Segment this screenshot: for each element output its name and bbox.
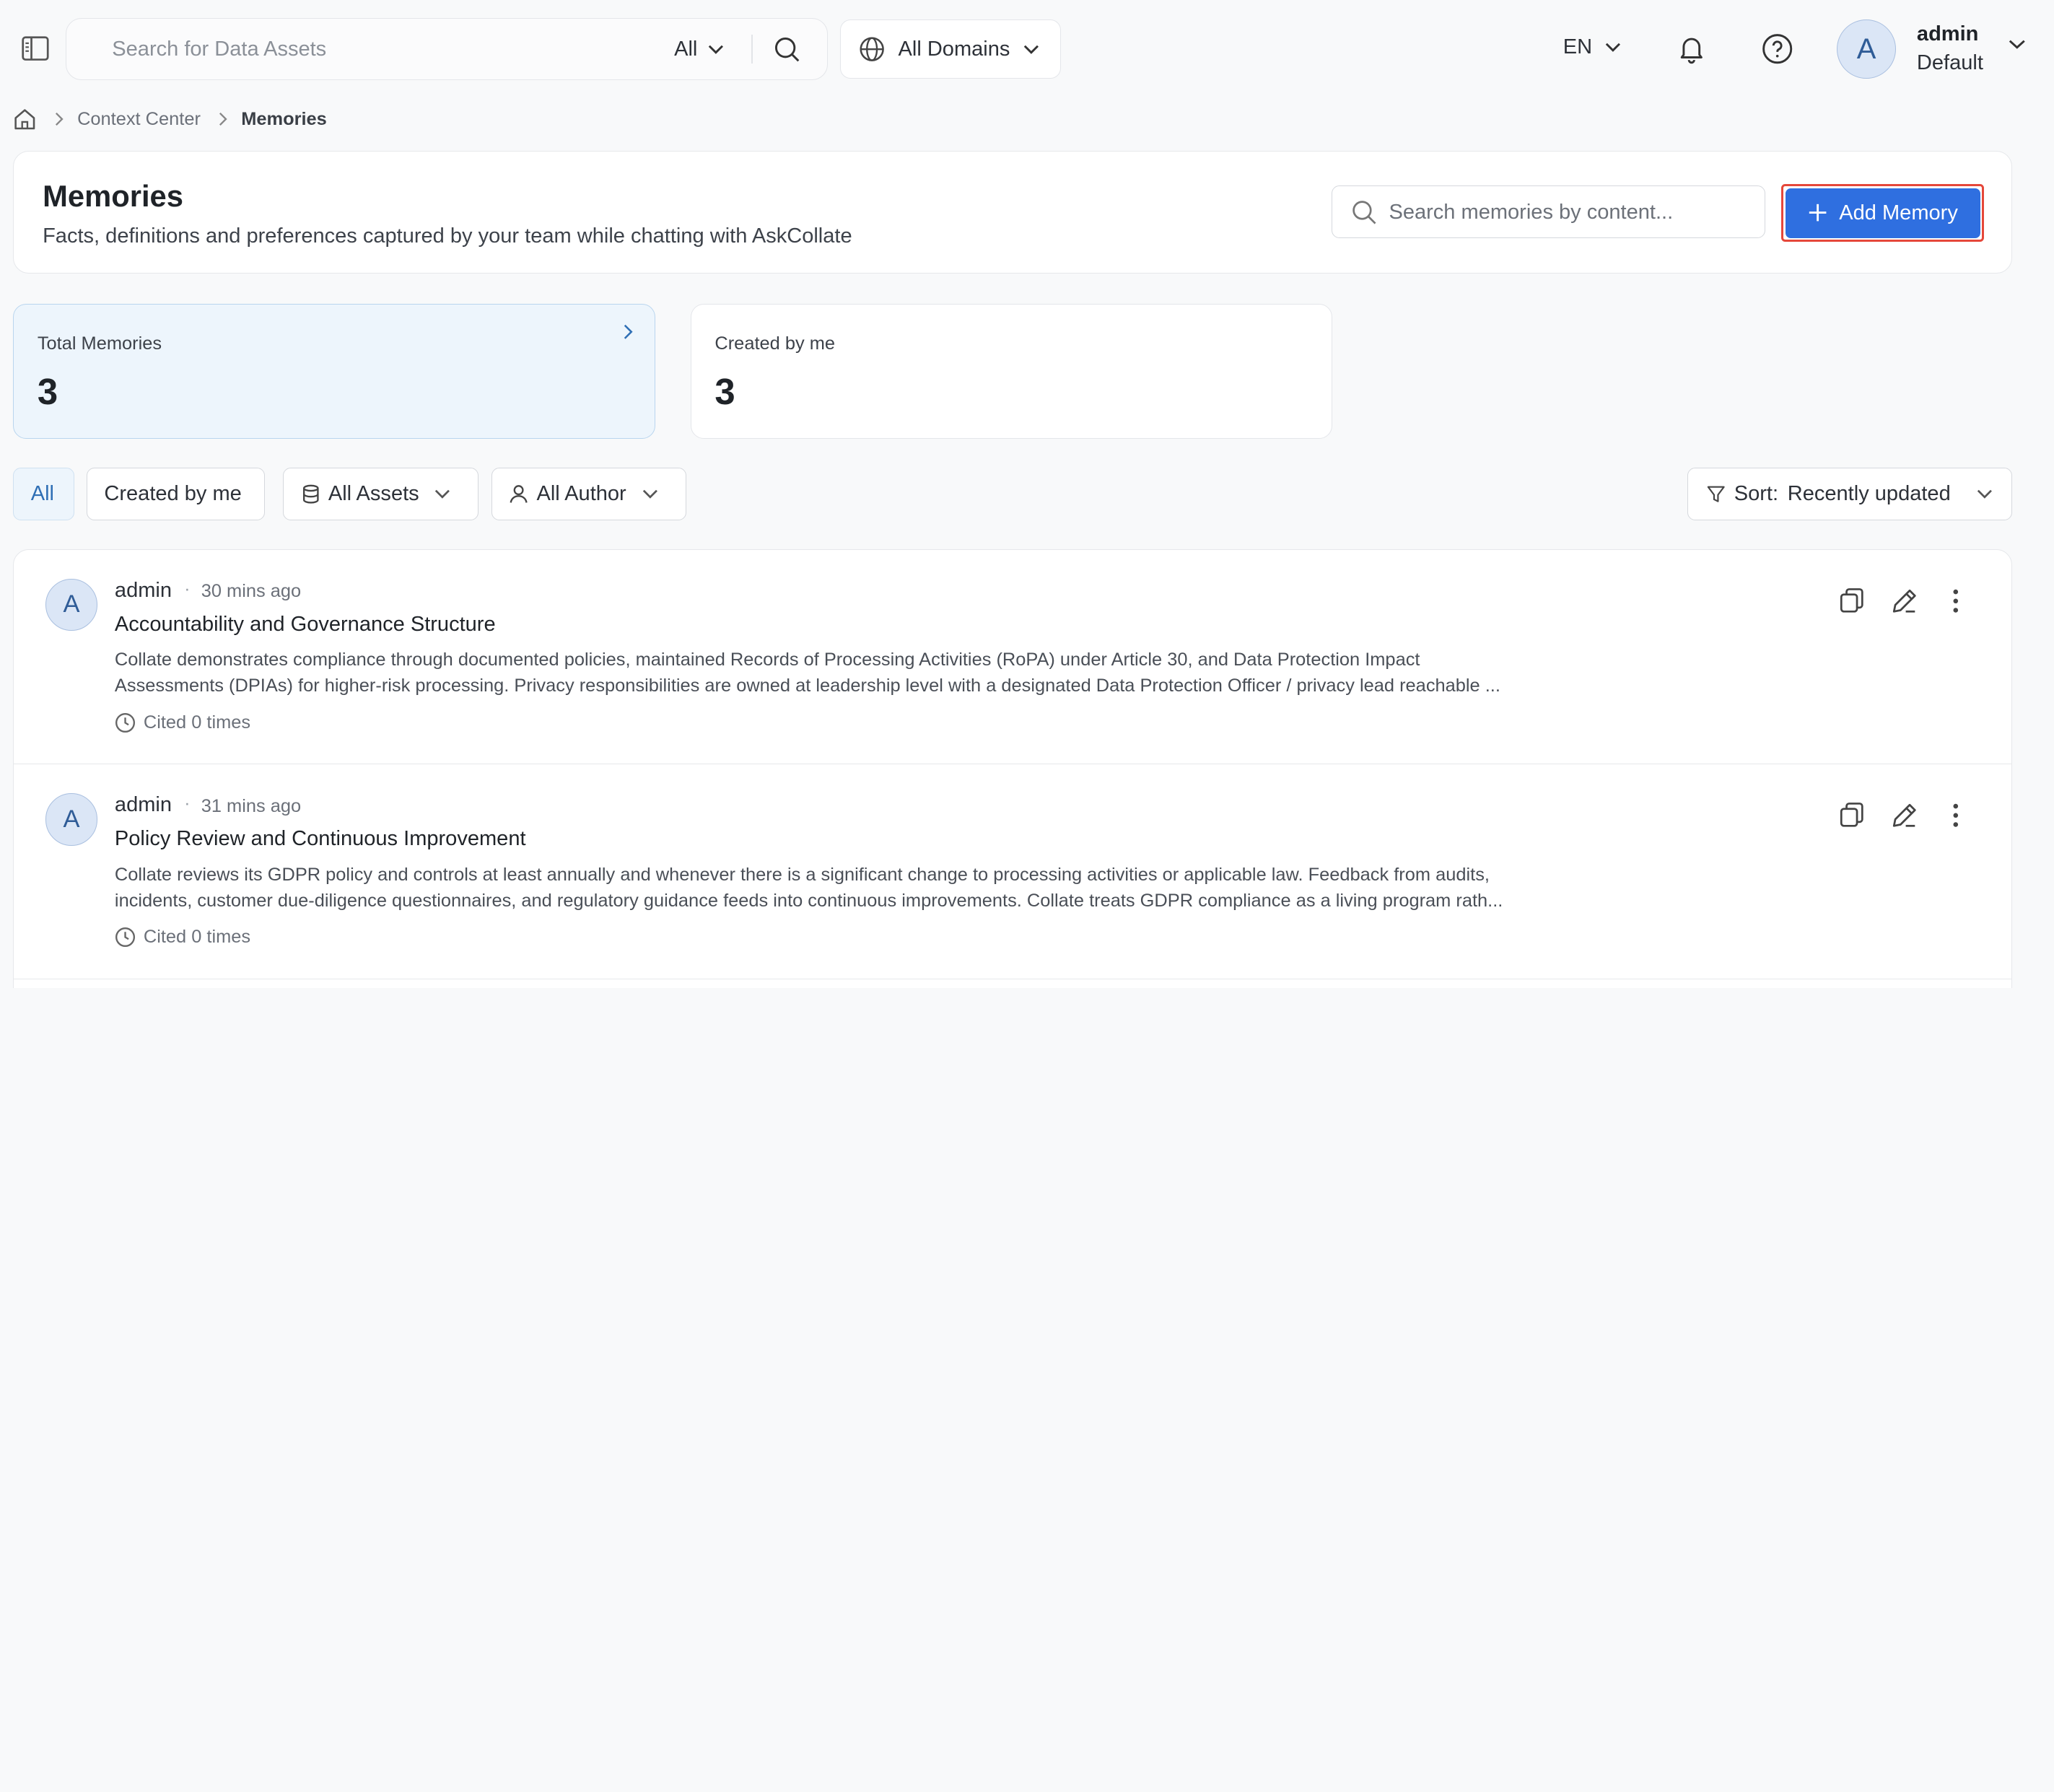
user-avatar[interactable]: A	[1837, 19, 1896, 79]
filter-all-label: All	[30, 481, 54, 505]
memory-title[interactable]: Policy Review and Continuous Improvement	[115, 827, 526, 851]
top-bar: Search for Data Assets All All Domains E…	[0, 0, 2054, 100]
sidebar-toggle-icon[interactable]	[21, 35, 50, 61]
memory-cited-count: Cited 0 times	[115, 927, 250, 948]
chevron-right-icon	[219, 113, 227, 126]
memory-content: Collate reviews its GDPR policy and cont…	[114, 864, 1503, 911]
filter-created-by-me-label: Created by me	[104, 481, 242, 505]
user-role: Default	[1916, 51, 1983, 74]
header-card: Memories Facts, definitions and preferen…	[13, 150, 2013, 274]
cited-label: Cited 0 times	[143, 927, 251, 948]
user-icon	[510, 484, 528, 503]
search-icon	[1352, 201, 1376, 224]
domain-select-label: All Domains	[898, 37, 1010, 61]
page: Search for Data Assets All All Domains E…	[0, 0, 2054, 988]
stat-card-created-by-me[interactable]: Created by me 3	[690, 304, 1333, 440]
memory-timestamp: 31 mins ago	[201, 795, 302, 816]
search-icon[interactable]	[772, 35, 801, 64]
global-search-input[interactable]: Search for Data Assets	[112, 38, 326, 61]
chevron-down-icon	[1977, 489, 1992, 499]
breadcrumb-current: Memories	[241, 108, 327, 129]
memory-title[interactable]: Accountability and Governance Structure	[115, 613, 496, 637]
memory-search-placeholder: Search memories by content...	[1389, 200, 1674, 224]
chevron-down-icon	[1606, 43, 1621, 53]
search-divider	[751, 35, 753, 64]
stat-value: 3	[714, 370, 735, 412]
assets-filter-select[interactable]: All Assets	[283, 468, 478, 520]
filter-created-by-me-chip[interactable]: Created by me	[86, 468, 265, 520]
chevron-right-icon	[56, 113, 64, 126]
database-icon	[302, 484, 319, 504]
author-filter-select[interactable]: All Author	[491, 468, 687, 520]
language-label: EN	[1563, 35, 1593, 59]
stat-value: 3	[37, 370, 58, 412]
bell-icon[interactable]	[1676, 32, 1708, 64]
author-filter-label: All Author	[536, 481, 626, 505]
search-scope-select[interactable]: All	[674, 38, 724, 61]
more-vertical-icon[interactable]	[1940, 585, 1972, 617]
language-select[interactable]: EN	[1563, 35, 1621, 59]
sort-prefix: Sort:	[1734, 481, 1779, 505]
breadcrumb-context-center[interactable]: Context Center	[77, 109, 201, 130]
memory-list: A admin · 30 mins ago Accountability and…	[13, 548, 2013, 988]
memory-author: admin	[114, 578, 172, 602]
edit-icon[interactable]	[1889, 585, 1920, 617]
memory-item[interactable]: A admin · 31 mins ago Policy Review and …	[14, 764, 2012, 980]
globe-icon	[860, 37, 884, 61]
memory-cited-count: Cited 0 times	[115, 712, 250, 733]
filter-icon	[1707, 486, 1725, 502]
memory-item[interactable]: A admin · 30 mins ago Accountability and…	[14, 550, 2012, 765]
memory-timestamp: 30 mins ago	[201, 581, 302, 602]
search-scope-label: All	[674, 37, 698, 61]
filter-all-chip[interactable]: All	[13, 468, 75, 520]
clock-icon	[115, 712, 135, 733]
meta-separator: ·	[184, 578, 191, 599]
plus-icon	[1809, 204, 1827, 222]
chevron-down-icon	[708, 45, 723, 54]
sort-value: Recently updated	[1787, 481, 1951, 505]
user-name[interactable]: admin	[1917, 22, 1979, 46]
more-vertical-icon[interactable]	[1940, 800, 1972, 831]
stat-label: Total Memories	[37, 333, 162, 354]
avatar: A	[45, 793, 98, 846]
cited-label: Cited 0 times	[143, 712, 251, 733]
clock-icon	[115, 927, 135, 948]
edit-icon[interactable]	[1889, 800, 1920, 831]
assets-filter-label: All Assets	[328, 481, 419, 505]
chevron-down-icon	[435, 489, 450, 499]
sort-select[interactable]: Sort: Recently updated	[1687, 468, 2013, 520]
add-memory-button[interactable]: Add Memory	[1785, 188, 1981, 238]
chevron-down-icon	[1023, 45, 1039, 54]
copy-icon[interactable]	[1836, 585, 1868, 617]
memory-search-input[interactable]: Search memories by content...	[1332, 185, 1766, 238]
help-icon[interactable]	[1761, 32, 1793, 65]
breadcrumb: Context Center Memories	[13, 108, 327, 131]
avatar: A	[45, 578, 98, 631]
meta-separator: ·	[184, 793, 191, 814]
global-search-box[interactable]: Search for Data Assets All	[65, 18, 829, 80]
stat-card-total-memories[interactable]: Total Memories 3	[13, 304, 655, 440]
memory-author: admin	[114, 793, 172, 817]
chevron-right-icon	[624, 324, 633, 339]
chevron-down-icon	[642, 489, 657, 499]
copy-icon[interactable]	[1836, 800, 1868, 831]
memory-content: Collate demonstrates compliance through …	[114, 649, 1500, 696]
add-memory-label: Add Memory	[1839, 201, 1958, 224]
home-icon[interactable]	[13, 108, 37, 131]
stat-label: Created by me	[714, 333, 836, 354]
page-title: Memories	[43, 178, 183, 213]
page-subtitle: Facts, definitions and preferences captu…	[43, 224, 852, 248]
domain-select[interactable]: All Domains	[839, 19, 1062, 79]
chevron-down-icon[interactable]	[2009, 39, 2026, 50]
